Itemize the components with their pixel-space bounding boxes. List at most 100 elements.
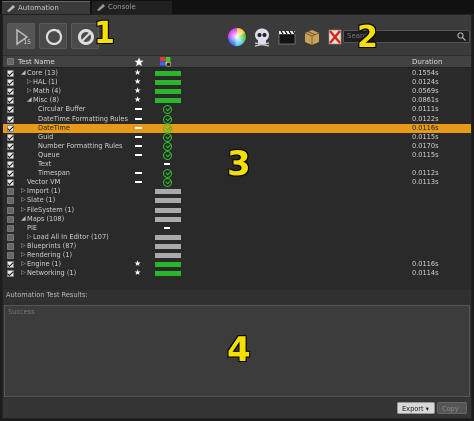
collapsed-arrow-icon[interactable]: ▷ [27,78,32,85]
test-checkbox[interactable] [7,151,14,159]
test-name: Load All In Editor (107) [33,232,109,241]
results-footer: Export ▾ Copy [3,398,471,418]
collapsed-arrow-icon[interactable]: ▷ [21,260,26,267]
test-name: Math (4) [33,87,61,96]
refresh-tests-button[interactable] [39,23,67,49]
test-name-column-header[interactable]: Test Name [18,58,55,66]
collapsed-arrow-icon[interactable]: ▷ [21,187,26,194]
test-row[interactable]: ▷ Math (4) ★ 0.0569s [3,86,471,96]
not-run-status-bar [155,253,181,258]
test-checkbox[interactable] [7,224,14,232]
collapsed-arrow-icon[interactable]: ▷ [21,196,26,203]
flag-dash-icon [135,126,142,129]
test-checkbox[interactable] [7,70,14,77]
expanded-arrow-icon[interactable]: ◢ [27,96,32,103]
callout-4: 4 [227,330,251,370]
test-row[interactable]: ▷ Slate (1) [3,196,471,205]
star-icon[interactable]: ★ [134,268,141,277]
collapsed-arrow-icon[interactable]: ▷ [27,233,32,240]
pass-status-bar [155,271,181,277]
test-row[interactable]: ▷ Networking (1) ★ 0.0114s [3,268,471,278]
pass-status-bar [155,98,181,104]
test-row[interactable]: ▷ Load All In Editor (107) [3,233,471,242]
test-checkbox[interactable] [7,133,14,141]
test-checkbox[interactable] [7,170,14,178]
star-icon[interactable]: ★ [134,259,141,268]
collapsed-arrow-icon[interactable]: ▷ [21,242,26,249]
test-row[interactable]: ▷ Rendering (1) [3,251,471,260]
tab-automation-label: Automation [18,4,59,12]
export-button[interactable]: Export ▾ [397,402,435,414]
pass-check-icon [163,178,172,188]
test-checkbox[interactable] [7,206,14,214]
test-row[interactable]: ◢ Core (13) ★ 0.1554s [3,68,471,78]
select-all-checkbox[interactable] [7,58,14,65]
test-checkbox[interactable] [7,115,14,123]
test-row[interactable]: ▷ HAL (1) ★ 0.0124s [3,77,471,87]
test-row[interactable]: ▷ Import (1) [3,187,471,196]
pass-check-icon [163,114,172,124]
star-icon[interactable]: ★ [134,77,141,86]
test-checkbox[interactable] [7,142,14,150]
error-filter-icon[interactable] [325,27,345,47]
collapsed-arrow-icon[interactable]: ▷ [27,87,32,94]
test-checkbox[interactable] [7,79,14,87]
test-checkbox[interactable] [7,179,14,187]
package-icon[interactable] [302,27,322,47]
flag-dash-icon [135,108,142,111]
test-checkbox[interactable] [7,242,14,250]
test-row[interactable]: ▷ FileSystem (1) [3,206,471,215]
test-checkbox[interactable] [7,233,14,241]
pass-check-icon [163,169,172,179]
pass-check-icon [163,132,172,142]
expanded-arrow-icon[interactable]: ◢ [21,69,26,76]
test-row[interactable]: DateTime 0.0116s [3,123,471,133]
pass-status-bar [155,262,181,268]
collapsed-arrow-icon[interactable]: ▷ [21,206,26,213]
console-tab-icon [97,4,105,11]
copy-button[interactable]: Copy [437,402,467,414]
test-row[interactable]: Guid 0.0115s [3,132,471,142]
test-duration: 0.0115s [412,150,439,159]
clapperboard-icon[interactable] [277,27,297,47]
collapsed-arrow-icon[interactable]: ▷ [21,269,26,276]
test-row[interactable]: ▷ Engine (1) ★ 0.0116s [3,259,471,269]
test-duration: 0.0122s [412,114,439,123]
test-checkbox[interactable] [7,261,14,269]
test-row[interactable]: PIE [3,224,471,233]
test-row[interactable]: ◢ Maps (108) [3,215,471,224]
test-checkbox[interactable] [7,215,14,223]
test-checkbox[interactable] [7,197,14,205]
flag-dash-icon [135,153,142,156]
test-row[interactable]: ◢ Misc (8) ★ 0.0861s [3,95,471,105]
star-icon[interactable]: ★ [134,68,141,77]
collapsed-arrow-icon[interactable]: ▷ [21,251,26,258]
test-checkbox[interactable] [7,270,14,278]
color-wheel-icon[interactable] [227,27,247,47]
test-checkbox[interactable] [7,161,14,168]
platform-status-icon [160,57,171,67]
test-checkbox[interactable] [7,252,14,259]
test-checkbox[interactable] [7,106,14,114]
start-tests-button[interactable]: 15 [7,23,35,49]
test-checkbox[interactable] [7,124,14,132]
test-row[interactable]: DateTime Formatting Rules 0.0122s [3,114,471,124]
test-checkbox[interactable] [7,188,14,196]
star-icon[interactable]: ★ [134,95,141,104]
test-name: Vector VM [27,178,61,187]
test-checkbox[interactable] [7,88,14,96]
duration-column-header[interactable]: Duration [412,58,442,66]
test-row[interactable]: ▷ Blueprints (87) [3,242,471,251]
test-row[interactable]: Circular Buffer 0.0111s [3,105,471,115]
expanded-arrow-icon[interactable]: ◢ [21,215,26,222]
star-icon[interactable]: ★ [134,86,141,95]
tab-console[interactable]: Console [92,1,172,14]
test-duration: 0.0113s [412,178,439,187]
skull-icon[interactable] [252,27,272,47]
star-icon[interactable] [134,57,144,67]
test-duration: 0.0112s [412,169,439,178]
test-checkbox[interactable] [7,97,14,105]
test-name: Text [38,160,52,168]
callout-1: 1 [94,16,115,51]
tab-automation[interactable]: Automation [2,1,90,14]
